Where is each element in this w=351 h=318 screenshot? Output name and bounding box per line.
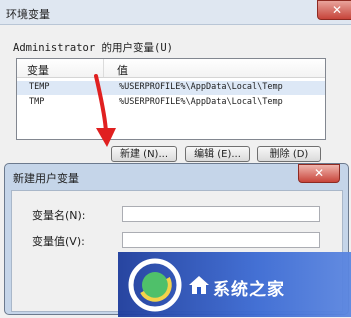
edit-button[interactable]: 编辑 (E)... xyxy=(185,146,250,162)
row-variable: TMP xyxy=(29,97,45,107)
table-row[interactable]: TEMP %USERPROFILE%\AppData\Local\Temp xyxy=(17,81,325,95)
dialog-title: 新建用户变量 xyxy=(13,172,79,185)
red-arrow-annotation xyxy=(94,74,116,147)
close-icon[interactable]: ✕ xyxy=(317,0,351,20)
variable-value-label: 变量值(V): xyxy=(32,235,85,248)
delete-button[interactable]: 删除 (D) xyxy=(257,146,321,162)
row-variable: TEMP xyxy=(29,82,50,92)
table-row[interactable]: TMP %USERPROFILE%\AppData\Local\Temp xyxy=(17,96,325,110)
window-title: 环境变量 xyxy=(6,8,50,21)
variable-value-input[interactable] xyxy=(122,232,320,248)
column-header-variable[interactable]: 变量 xyxy=(27,62,49,78)
row-value: %USERPROFILE%\AppData\Local\Temp xyxy=(119,82,283,92)
user-vars-list[interactable]: 变量 值 TEMP %USERPROFILE%\AppData\Local\Te… xyxy=(16,58,326,140)
watermark-text: 系统之家 xyxy=(213,280,285,300)
house-icon xyxy=(188,274,210,296)
row-value: %USERPROFILE%\AppData\Local\Temp xyxy=(119,97,283,107)
arrow-shaft xyxy=(94,74,108,136)
close-icon[interactable]: ✕ xyxy=(298,164,340,183)
variable-name-label: 变量名(N): xyxy=(32,209,86,222)
arrow-head xyxy=(96,128,116,147)
list-header: 变量 值 xyxy=(17,59,325,78)
watermark-logo-icon xyxy=(128,258,182,312)
variable-name-input[interactable] xyxy=(122,206,320,222)
user-vars-group-label: Administrator 的用户变量(U) xyxy=(13,42,173,54)
